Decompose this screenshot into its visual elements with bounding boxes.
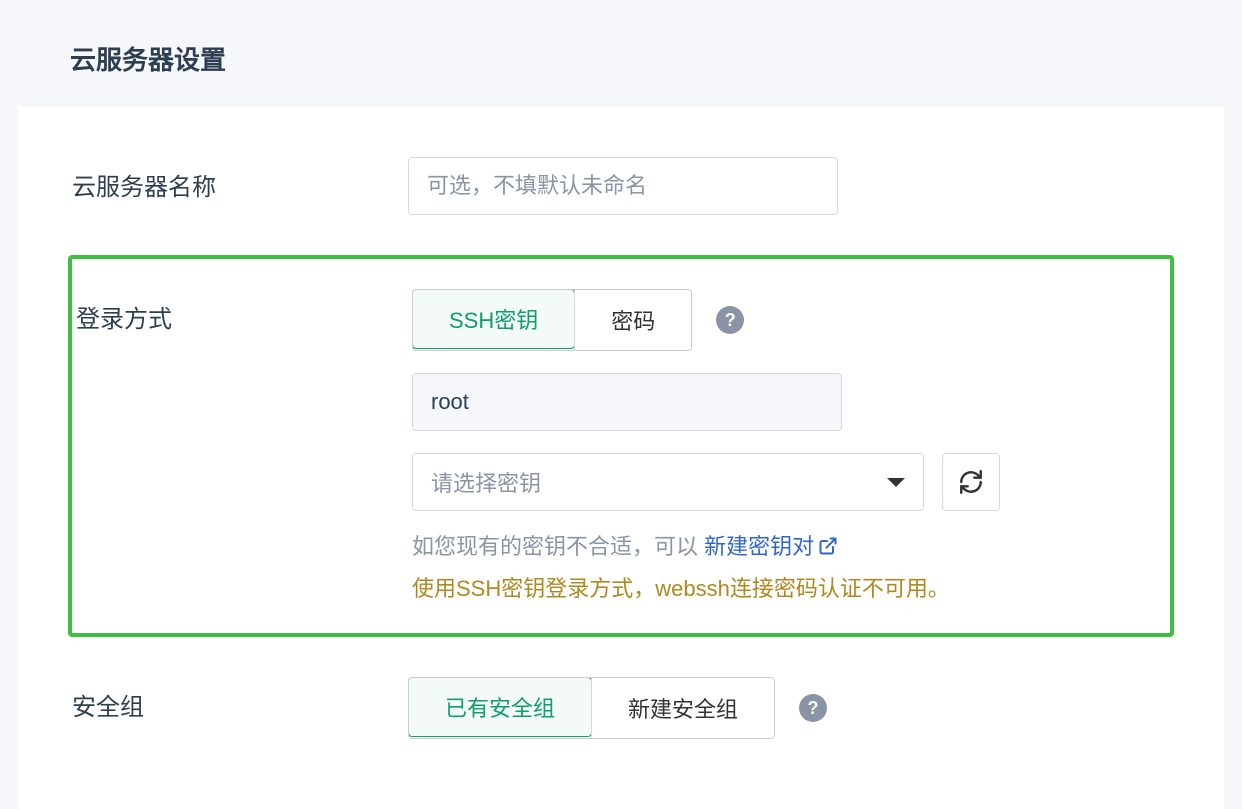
server-name-input[interactable] (408, 157, 838, 215)
server-name-row: 云服务器名称 (68, 157, 1174, 215)
refresh-button[interactable] (942, 453, 1000, 511)
security-group-toggle: 已有安全组 新建安全组 (408, 677, 775, 739)
login-method-label: 登录方式 (72, 289, 412, 334)
key-hint-text: 如您现有的密钥不合适，可以 新建密钥对 (412, 529, 1170, 561)
refresh-icon (958, 469, 984, 495)
chevron-down-icon (887, 478, 905, 487)
server-name-label: 云服务器名称 (68, 157, 408, 202)
login-method-section: 登录方式 SSH密钥 密码 ? root 请选择密钥 (68, 255, 1174, 637)
login-method-toggle: SSH密钥 密码 (412, 289, 692, 351)
ssh-key-placeholder: 请选择密钥 (431, 466, 541, 498)
page-header: 云服务器设置 (0, 0, 1242, 107)
help-icon[interactable]: ? (799, 694, 827, 722)
create-key-link[interactable]: 新建密钥对 (704, 534, 838, 559)
ssh-key-select[interactable]: 请选择密钥 (412, 453, 924, 511)
password-option[interactable]: 密码 (574, 290, 691, 350)
ssh-key-option[interactable]: SSH密钥 (412, 289, 575, 349)
form-content: 云服务器名称 登录方式 SSH密钥 密码 ? root 请选择密钥 (18, 107, 1224, 809)
username-field: root (412, 373, 842, 431)
ssh-warning-text: 使用SSH密钥登录方式，webssh连接密码认证不可用。 (412, 571, 1170, 603)
external-link-icon (818, 536, 838, 556)
security-group-label: 安全组 (68, 677, 408, 722)
new-security-group-option[interactable]: 新建安全组 (591, 678, 774, 738)
existing-security-group-option[interactable]: 已有安全组 (408, 677, 592, 737)
page-title: 云服务器设置 (70, 40, 1172, 77)
security-group-row: 安全组 已有安全组 新建安全组 ? (68, 677, 1174, 739)
help-icon[interactable]: ? (716, 306, 744, 334)
